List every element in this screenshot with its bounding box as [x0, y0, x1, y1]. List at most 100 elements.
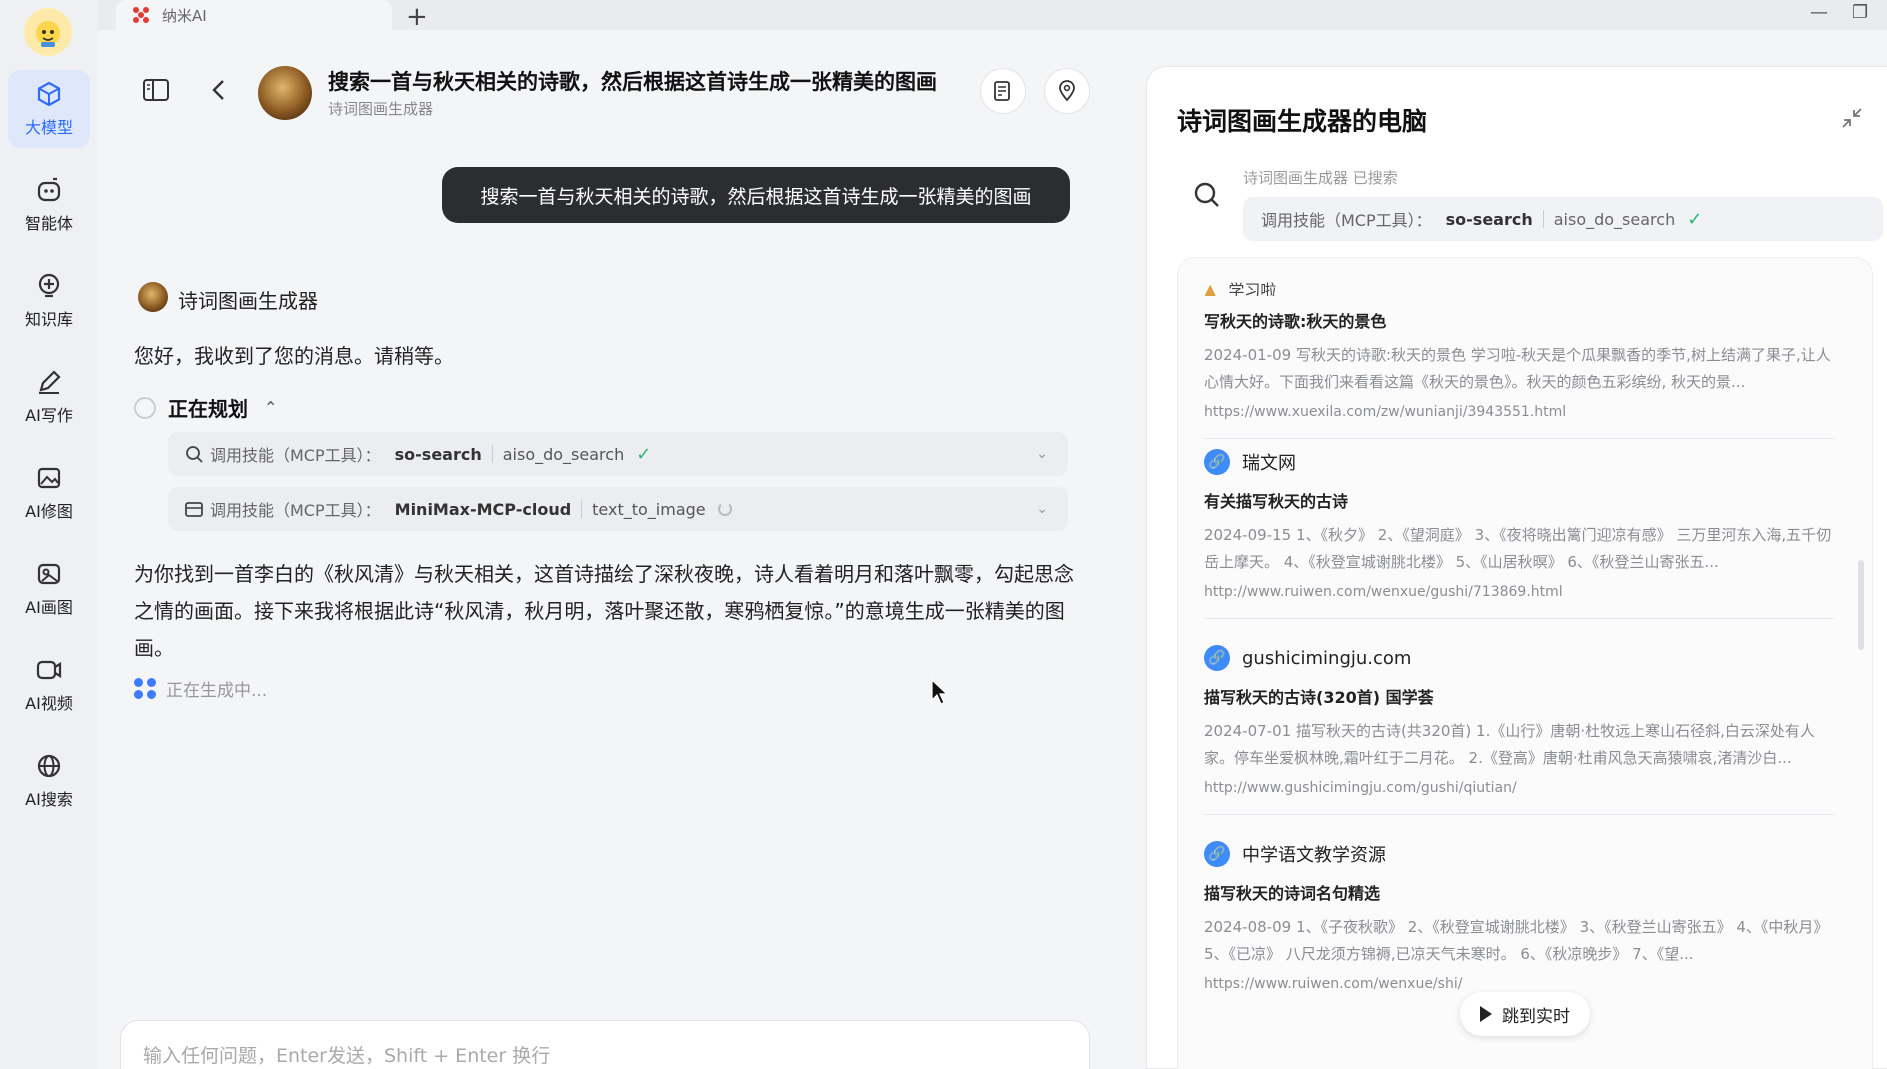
result-title[interactable]: 有关描写秋天的古诗 — [1204, 488, 1834, 512]
result-source-row: 🔗 gushicimingju.com — [1204, 644, 1834, 672]
mascot-icon — [36, 21, 60, 47]
new-tab-button[interactable]: + — [406, 2, 428, 32]
chevron-down-icon[interactable]: ⌄ — [1036, 501, 1048, 517]
generating-label: 正在生成中... — [166, 681, 268, 701]
result-title[interactable]: 描写秋天的古诗(320首) 国学荟 — [1204, 684, 1834, 708]
left-sidebar: 大模型 智能体 知识库 AI写作 AI修图 AI画图 AI视频 AI搜索 — [0, 0, 98, 1069]
cube-icon — [37, 81, 61, 107]
sidebar-item-models[interactable]: 大模型 — [8, 70, 90, 148]
result-source-partial: ▲ 学习啦 — [1204, 282, 1834, 296]
result-snippet: 2024-07-01 描写秋天的古诗(共320首) 1.《山行》唐朝·杜牧远上寒… — [1204, 722, 1815, 767]
search-result-item[interactable]: ▲ 学习啦 写秋天的诗歌:秋天的景色 2024-01-09 写秋天的诗歌:秋天的… — [1204, 282, 1834, 439]
divider — [1542, 210, 1544, 228]
app-logo[interactable] — [24, 8, 72, 56]
sidebar-item-label: 知识库 — [24, 310, 73, 329]
sidebar-item-label: 大模型 — [24, 118, 73, 137]
sidebar-item-label: AI搜索 — [25, 790, 73, 809]
result-url[interactable]: https://www.xuexila.com/zw/wunianji/3943… — [1204, 404, 1834, 420]
search-meta: 诗词图画生成器 已搜索 — [1243, 169, 1398, 187]
sidebar-item-agents[interactable]: 智能体 — [8, 166, 90, 244]
sidebar-item-label: AI画图 — [25, 598, 73, 617]
toggle-sidebar-button[interactable] — [136, 70, 176, 110]
tool-call-row[interactable]: 调用技能（MCP工具）： so-search aiso_do_search ✓ … — [168, 432, 1068, 476]
minimize-button[interactable]: — — [1810, 2, 1828, 23]
sidebar-item-painting[interactable]: AI画图 — [8, 550, 90, 628]
notes-icon — [994, 81, 1010, 101]
tool-function: text_to_image — [592, 499, 706, 519]
link-icon: 🔗 — [1204, 645, 1230, 671]
computer-panel: 诗词图画生成器的电脑 诗词图画生成器 已搜索 调用技能（MCP工具）： so-s… — [1146, 66, 1887, 1069]
restore-button[interactable]: ❐ — [1852, 2, 1868, 23]
user-message-bubble: 搜索一首与秋天相关的诗歌，然后根据这首诗生成一张精美的图画 — [442, 167, 1070, 223]
page-title: 搜索一首与秋天相关的诗歌，然后根据这首诗生成一张精美的图画 — [328, 70, 937, 94]
bot-avatar — [258, 66, 312, 120]
tool-prefix: 调用技能（MCP工具）： — [210, 501, 381, 520]
chat-header: 搜索一首与秋天相关的诗歌，然后根据这首诗生成一张精美的图画 诗词图画生成器 — [98, 48, 1098, 138]
collapse-icon[interactable] — [1839, 105, 1865, 131]
sidebar-item-writing[interactable]: AI写作 — [8, 358, 90, 436]
bot-answer-text: 为你找到一首李白的《秋风清》与秋天相关，这首诗描绘了深秋夜晚，诗人看着明月和落叶… — [134, 562, 1074, 660]
divider — [1204, 438, 1834, 439]
tool-name: MiniMax-MCP-cloud — [394, 499, 572, 519]
chevron-left-icon — [212, 80, 224, 100]
sidebar-item-label: AI修图 — [25, 502, 73, 521]
agent-icon — [37, 177, 61, 202]
result-snippet: 2024-01-09 写秋天的诗歌:秋天的景色 学习啦-秋天是个瓜果飘香的季节,… — [1204, 346, 1831, 391]
search-result-item[interactable]: 🔗 gushicimingju.com 描写秋天的古诗(320首) 国学荟 20… — [1204, 644, 1834, 815]
mouse-cursor-icon — [931, 678, 949, 705]
tool-name: so-search — [1445, 209, 1533, 229]
search-results-list[interactable]: ▲ 学习啦 写秋天的诗歌:秋天的景色 2024-01-09 写秋天的诗歌:秋天的… — [1177, 257, 1873, 1069]
loading-spinner-icon — [717, 502, 732, 516]
back-button[interactable] — [200, 70, 240, 110]
search-result-item[interactable]: 🔗 瑞文网 有关描写秋天的古诗 2024-09-15 1、《秋夕》 2、《望洞庭… — [1204, 448, 1834, 619]
sidebar-item-knowledge[interactable]: 知识库 — [8, 262, 90, 340]
browser-tab[interactable]: 纳米AI — [116, 0, 392, 30]
tab-title: 纳米AI — [162, 6, 207, 25]
result-url[interactable]: http://www.ruiwen.com/wenxue/gushi/71386… — [1204, 584, 1834, 600]
sidebar-item-label: AI写作 — [25, 406, 73, 425]
bot-name: 诗词图画生成器 — [178, 289, 318, 313]
panel-title: 诗词图画生成器的电脑 — [1177, 107, 1428, 136]
search-refresh-icon — [186, 446, 203, 463]
result-snippet: 2024-08-09 1、《子夜秋歌》 2、《秋登宣城谢朓北楼》 3、《秋登兰山… — [1204, 918, 1829, 963]
tool-call-row[interactable]: 调用技能（MCP工具）： MiniMax-MCP-cloud text_to_i… — [168, 487, 1068, 531]
tool-function: aiso_do_search — [1553, 209, 1676, 229]
notes-button[interactable] — [980, 68, 1026, 114]
result-source: 中学语文教学资源 — [1242, 845, 1386, 866]
result-source-row: 🔗 中学语文教学资源 — [1204, 840, 1834, 868]
chevron-down-icon[interactable]: ⌄ — [1036, 446, 1048, 462]
jump-to-live-button[interactable]: 跳到实时 — [1460, 992, 1590, 1036]
knowledge-icon — [38, 273, 60, 298]
result-url[interactable]: http://www.gushicimingju.com/gushi/qiuti… — [1204, 780, 1834, 796]
video-icon — [36, 660, 62, 680]
divider — [1204, 618, 1834, 619]
result-url[interactable]: https://www.ruiwen.com/wenxue/shi/ — [1204, 976, 1834, 992]
tool-function: aiso_do_search — [502, 444, 625, 464]
divider — [491, 445, 493, 463]
sidebar-item-image-edit[interactable]: AI修图 — [8, 454, 90, 532]
chat-input[interactable]: 输入任何问题，Enter发送，Shift + Enter 换行 — [120, 1020, 1090, 1069]
jump-button-label: 跳到实时 — [1502, 1006, 1570, 1027]
results-scrollbar[interactable] — [1858, 560, 1864, 650]
search-result-item[interactable]: 🔗 中学语文教学资源 描写秋天的诗词名句精选 2024-08-09 1、《子夜秋… — [1204, 840, 1834, 992]
link-icon: 🔗 — [1204, 449, 1230, 475]
check-icon: ✓ — [636, 443, 652, 465]
sidebar-item-video[interactable]: AI视频 — [8, 646, 90, 724]
sidebar-item-label: 智能体 — [24, 214, 73, 233]
result-source: gushicimingju.com — [1242, 647, 1412, 669]
result-snippet: 2024-09-15 1、《秋夕》 2、《望洞庭》 3、《夜将晓出篱门迎凉有感》… — [1204, 526, 1832, 571]
chevron-up-icon: ⌃ — [264, 398, 278, 417]
planning-status-icon — [134, 396, 156, 419]
result-source-row: 🔗 瑞文网 — [1204, 448, 1834, 476]
divider — [1204, 814, 1834, 815]
planning-toggle[interactable]: 正在规划 ⌃ — [134, 393, 277, 422]
title-bar: 纳米AI + — ❐ — [98, 0, 1887, 32]
tool-name: so-search — [394, 444, 482, 464]
result-source: 瑞文网 — [1242, 453, 1296, 474]
sidebar-item-search[interactable]: AI搜索 — [8, 742, 90, 820]
pen-icon — [39, 370, 61, 394]
result-title[interactable]: 写秋天的诗歌:秋天的景色 — [1204, 308, 1834, 332]
location-button[interactable] — [1044, 68, 1090, 114]
result-title[interactable]: 描写秋天的诗词名句精选 — [1204, 880, 1834, 904]
planning-label: 正在规划 — [168, 397, 248, 421]
